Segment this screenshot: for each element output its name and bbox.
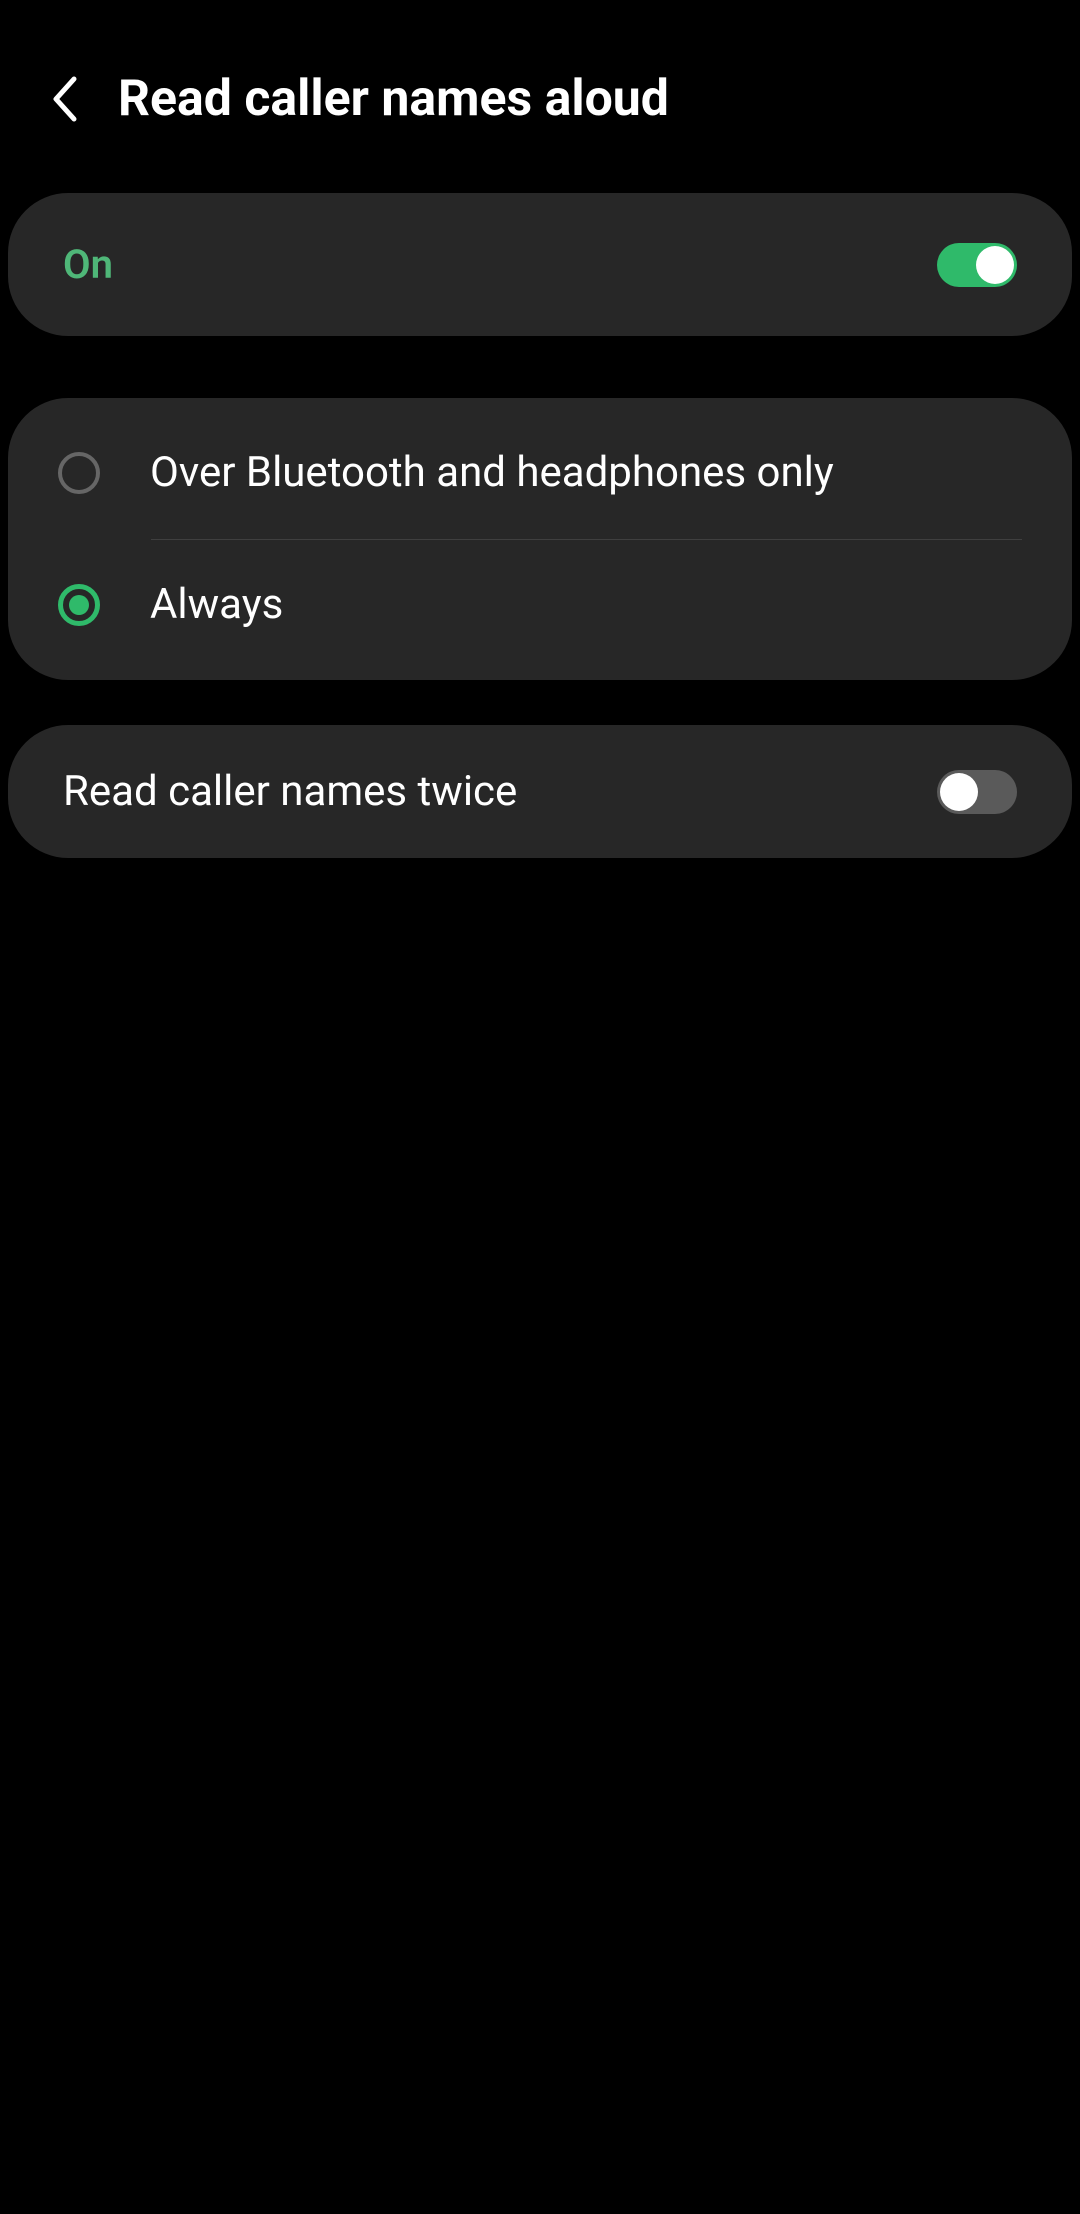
- main-toggle-switch[interactable]: [937, 243, 1017, 287]
- radio-option-always[interactable]: Always: [8, 540, 1072, 671]
- main-toggle-label: On: [63, 241, 113, 288]
- back-icon[interactable]: [50, 75, 78, 123]
- radio-label: Over Bluetooth and headphones only: [150, 446, 1022, 501]
- main-toggle-card[interactable]: On: [8, 193, 1072, 336]
- radio-label: Always: [150, 578, 1022, 633]
- radio-group-card: Over Bluetooth and headphones only Alway…: [8, 398, 1072, 680]
- toggle-thumb: [940, 773, 978, 811]
- radio-label-container: Over Bluetooth and headphones only: [150, 446, 1022, 501]
- header: Read caller names aloud: [0, 0, 1080, 168]
- secondary-toggle-card[interactable]: Read caller names twice: [8, 725, 1072, 858]
- radio-circle-selected-icon: [58, 584, 100, 626]
- toggle-thumb: [976, 246, 1014, 284]
- secondary-toggle-label: Read caller names twice: [63, 767, 517, 816]
- secondary-toggle-switch[interactable]: [937, 770, 1017, 814]
- radio-option-bluetooth[interactable]: Over Bluetooth and headphones only: [8, 408, 1072, 539]
- page-title: Read caller names aloud: [118, 70, 669, 128]
- radio-label-container: Always: [150, 578, 1022, 633]
- radio-circle-unselected-icon: [58, 452, 100, 494]
